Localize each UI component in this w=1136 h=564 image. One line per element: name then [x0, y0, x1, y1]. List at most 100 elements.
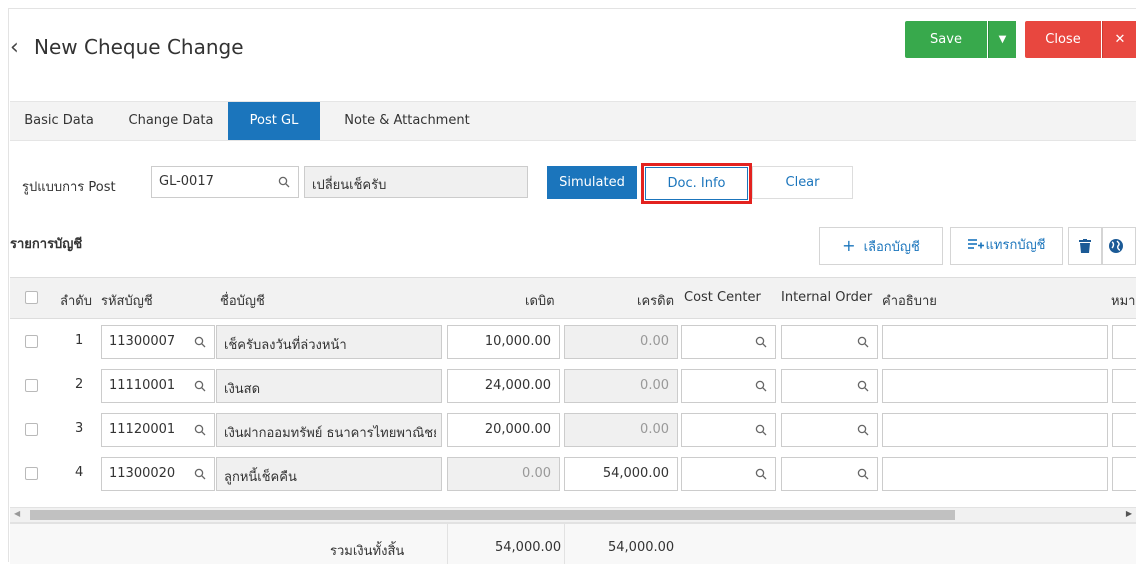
delete-button[interactable]: [1068, 227, 1102, 265]
row-checkbox[interactable]: [25, 335, 38, 348]
search-icon[interactable]: [755, 468, 767, 480]
account-code-input[interactable]: 11300007: [101, 325, 215, 359]
account-name: เงินฝากออมทรัพย์ ธนาคารไทยพาณิชย์: [224, 426, 436, 441]
cost-center-input[interactable]: [681, 325, 776, 359]
simulated-button[interactable]: Simulated: [547, 166, 637, 199]
debit-value: 10,000.00: [484, 334, 551, 349]
total-debit: 54,000.00: [495, 540, 562, 555]
account-code-input[interactable]: 11300020: [101, 457, 215, 491]
row-checkbox[interactable]: [25, 467, 38, 480]
credit-input[interactable]: 0.00: [564, 369, 678, 403]
tab-basic-data[interactable]: Basic Data: [10, 102, 108, 140]
row-checkbox[interactable]: [25, 423, 38, 436]
debit-input[interactable]: 20,000.00: [447, 413, 560, 447]
search-icon[interactable]: [194, 336, 206, 348]
globe-icon: [1109, 239, 1123, 253]
total-label: รวมเงินทั้งสิ้น: [330, 544, 405, 559]
save-button[interactable]: Save: [905, 21, 987, 58]
col-note: หมา: [1111, 294, 1136, 309]
accounts-section-title: รายการบัญชี: [10, 237, 83, 252]
cost-center-input[interactable]: [681, 369, 776, 403]
insert-account-button[interactable]: แทรกบัญชี: [950, 227, 1063, 265]
search-icon[interactable]: [755, 424, 767, 436]
description-input[interactable]: [882, 413, 1108, 447]
search-icon[interactable]: [194, 468, 206, 480]
total-credit: 54,000.00: [608, 540, 675, 555]
description-input[interactable]: [882, 457, 1108, 491]
internal-order-input[interactable]: [781, 413, 878, 447]
save-dropdown-button[interactable]: ▼: [988, 21, 1016, 58]
doc-info-button[interactable]: Doc. Info: [641, 163, 752, 204]
table-row: 1 11300007 เช็ครับลงวันที่ล่วงหน้า 10,00…: [10, 320, 1136, 364]
account-name-field: เงินสด: [216, 369, 442, 403]
tab-change-data[interactable]: Change Data: [116, 102, 226, 140]
close-button[interactable]: Close: [1025, 21, 1101, 58]
credit-input[interactable]: 54,000.00: [564, 457, 678, 491]
scrollbar-thumb[interactable]: [30, 510, 955, 520]
table-row: 3 11120001 เงินฝากออมทรัพย์ ธนาคารไทยพาณ…: [10, 408, 1136, 452]
scroll-left-icon[interactable]: ◀: [14, 509, 20, 518]
debit-input[interactable]: 0.00: [447, 457, 560, 491]
internal-order-input[interactable]: [781, 369, 878, 403]
globe-button[interactable]: [1102, 227, 1136, 265]
debit-input[interactable]: 10,000.00: [447, 325, 560, 359]
tab-note-attachment[interactable]: Note & Attachment: [322, 102, 492, 140]
credit-value: 0.00: [640, 378, 669, 393]
select-account-label: เลือกบัญชี: [863, 240, 920, 255]
tab-post-gl[interactable]: Post GL: [228, 102, 320, 140]
post-template-name: เปลี่ยนเช็ครับ: [312, 178, 387, 193]
search-icon[interactable]: [857, 424, 869, 436]
close-x-button[interactable]: ✕: [1102, 21, 1136, 58]
debit-input[interactable]: 24,000.00: [447, 369, 560, 403]
search-icon[interactable]: [194, 424, 206, 436]
account-code-input[interactable]: 11110001: [101, 369, 215, 403]
account-code: 11120001: [109, 422, 176, 437]
note-input[interactable]: [1112, 325, 1136, 359]
search-icon[interactable]: [278, 176, 290, 188]
credit-input[interactable]: 0.00: [564, 325, 678, 359]
post-template-code-input[interactable]: GL-0017: [151, 166, 299, 198]
tab-bar: Basic Data Change Data Post GL Note & At…: [10, 101, 1136, 141]
internal-order-input[interactable]: [781, 325, 878, 359]
account-name-field: เงินฝากออมทรัพย์ ธนาคารไทยพาณิชย์: [216, 413, 442, 447]
select-account-button[interactable]: + เลือกบัญชี: [819, 227, 943, 265]
trash-icon: [1079, 239, 1091, 253]
clear-button[interactable]: Clear: [752, 166, 853, 199]
horizontal-scrollbar[interactable]: ◀ ▶: [10, 507, 1136, 523]
col-internal-order: Internal Order: [781, 290, 873, 305]
post-template-name-field: เปลี่ยนเช็ครับ: [304, 166, 528, 198]
note-input[interactable]: [1112, 413, 1136, 447]
search-icon[interactable]: [755, 336, 767, 348]
account-code: 11110001: [109, 378, 176, 393]
account-name: เงินสด: [224, 382, 261, 397]
account-code-input[interactable]: 11120001: [101, 413, 215, 447]
search-icon[interactable]: [857, 468, 869, 480]
scroll-right-icon[interactable]: ▶: [1126, 509, 1132, 518]
cost-center-input[interactable]: [681, 457, 776, 491]
search-icon[interactable]: [194, 380, 206, 392]
description-input[interactable]: [882, 369, 1108, 403]
total-row: รวมเงินทั้งสิ้น 54,000.00 54,000.00: [10, 523, 1136, 564]
select-all-checkbox[interactable]: [25, 291, 38, 304]
description-input[interactable]: [882, 325, 1108, 359]
search-icon[interactable]: [755, 380, 767, 392]
col-name: ชื่อบัญชี: [220, 294, 265, 309]
note-input[interactable]: [1112, 457, 1136, 491]
search-icon[interactable]: [857, 336, 869, 348]
row-checkbox[interactable]: [25, 379, 38, 392]
debit-value: 0.00: [522, 466, 551, 481]
search-icon[interactable]: [857, 380, 869, 392]
col-debit: เดบิต: [525, 294, 555, 309]
row-seq: 1: [75, 333, 84, 348]
note-input[interactable]: [1112, 369, 1136, 403]
credit-input[interactable]: 0.00: [564, 413, 678, 447]
col-credit: เครดิต: [637, 294, 675, 309]
internal-order-input[interactable]: [781, 457, 878, 491]
cost-center-input[interactable]: [681, 413, 776, 447]
debit-value: 24,000.00: [484, 378, 551, 393]
accounts-grid: ลำดับ รหัสบัญชี ชื่อบัญชี เดบิต เครดิต C…: [10, 277, 1136, 564]
table-row: 4 11300020 ลูกหนี้เช็คคืน 0.00 54,000.00: [10, 452, 1136, 496]
chevron-left-icon[interactable]: ‹: [10, 35, 19, 60]
col-cost-center: Cost Center: [684, 290, 761, 305]
insert-account-label: แทรกบัญชี: [985, 238, 1046, 253]
